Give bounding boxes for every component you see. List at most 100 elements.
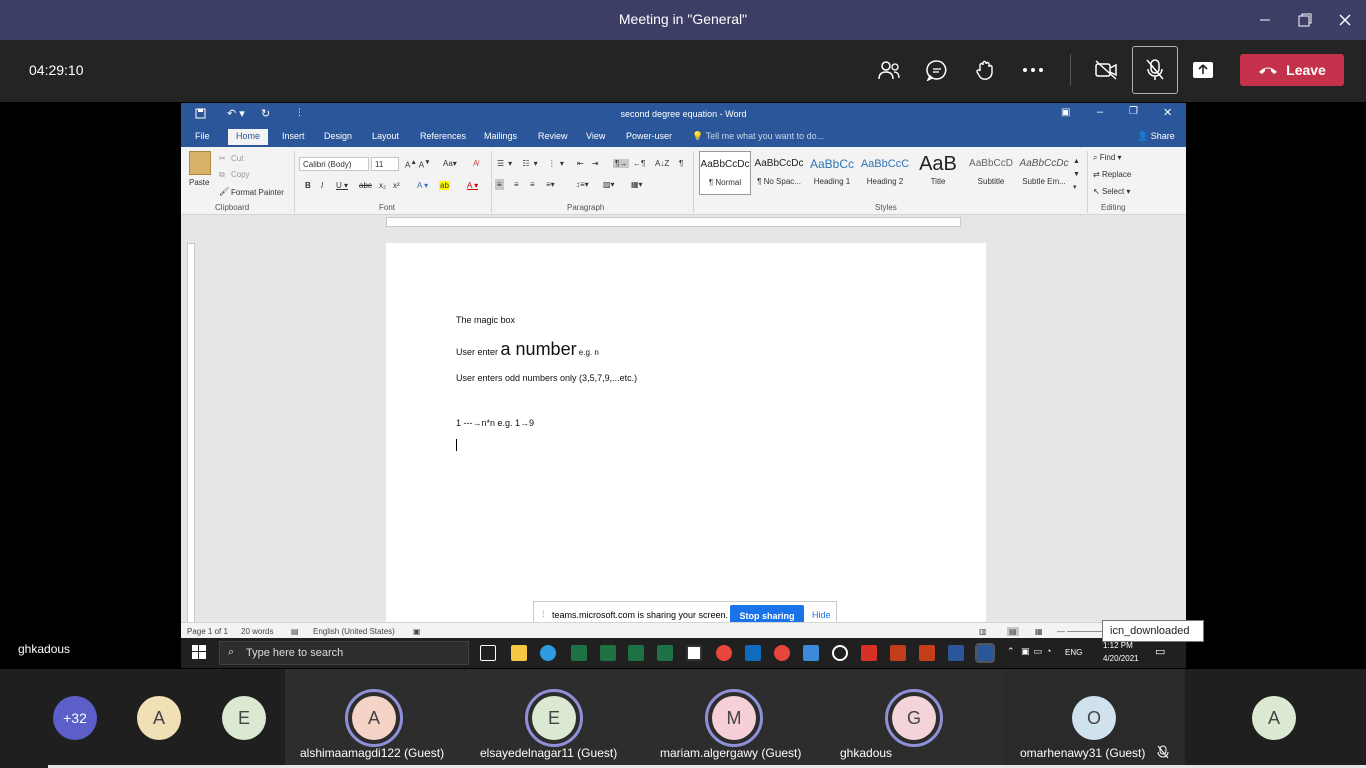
chrome-icon[interactable] <box>774 645 790 661</box>
tab-review[interactable]: Review <box>538 131 568 141</box>
styles-scroll-icon[interactable]: ▲ ▼ ▾ <box>1073 155 1080 194</box>
find-button[interactable]: ⌕ Find ▾ <box>1093 153 1122 163</box>
share-screen-button[interactable] <box>1184 50 1222 90</box>
minimize-button[interactable] <box>1249 6 1281 34</box>
tab-insert[interactable]: Insert <box>282 131 305 141</box>
style-heading-2[interactable]: AaBbCcC Heading 2 <box>859 151 911 195</box>
copy-button[interactable]: Copy <box>231 170 250 179</box>
powerpoint-icon[interactable] <box>890 645 906 661</box>
sort-icon[interactable]: A↓Z <box>655 159 669 168</box>
excel-icon[interactable] <box>571 645 587 661</box>
taskbar-date[interactable]: 4/20/2021 <box>1103 654 1139 663</box>
word-icon[interactable] <box>948 645 964 661</box>
chat-button[interactable] <box>918 50 956 90</box>
tab-power-user[interactable]: Power-user <box>626 131 672 141</box>
word-restore-icon[interactable]: ❐ <box>1129 106 1138 117</box>
indent-buttons-icon[interactable]: ⇤ ⇥ <box>577 159 602 168</box>
notification-icon[interactable]: ▭ <box>1155 645 1165 658</box>
vertical-ruler[interactable] <box>187 243 195 623</box>
participant-tile[interactable]: E <box>205 669 285 768</box>
replace-button[interactable]: ⇄ Replace <box>1093 170 1131 179</box>
more-actions-button[interactable] <box>1014 50 1052 90</box>
grow-font-icon[interactable]: A▲ A▼ <box>405 159 431 170</box>
drag-handle-icon[interactable]: ⁞ <box>542 609 545 619</box>
word-close-icon[interactable]: ✕ <box>1163 106 1172 119</box>
style-heading-1[interactable]: AaBbCc Heading 1 <box>806 151 858 195</box>
chrome-icon[interactable] <box>716 645 732 661</box>
taskbar-time[interactable]: 1:12 PM <box>1103 641 1133 650</box>
align-right-icon[interactable]: ≡ <box>530 180 535 189</box>
language-status[interactable]: English (United States) <box>313 627 395 636</box>
word-minimize-icon[interactable]: – <box>1097 106 1103 118</box>
style-subtitle[interactable]: AaBbCcD Subtitle <box>965 151 1017 195</box>
input-language[interactable]: ENG <box>1065 648 1082 657</box>
paste-label[interactable]: Paste <box>189 178 209 187</box>
participant-tile[interactable]: E elsayedelnagar11 (Guest) <box>465 669 645 768</box>
tray-chevron-icon[interactable]: ⌃ <box>1007 646 1015 657</box>
style-subtle-emphasis[interactable]: AaBbCcDc Subtle Em... <box>1018 151 1070 195</box>
task-view-icon[interactable] <box>480 645 496 661</box>
participants-button[interactable] <box>870 50 908 90</box>
web-layout-icon[interactable]: ▦ <box>1035 627 1043 636</box>
subscript-button[interactable]: x₂ <box>379 181 386 190</box>
participant-tile[interactable]: A <box>120 669 200 768</box>
rtl-icon[interactable]: ←¶ <box>633 159 645 168</box>
cut-button[interactable]: Cut <box>231 154 243 163</box>
participant-tile[interactable]: A <box>1185 669 1366 768</box>
tray-icons[interactable]: ▣▭◔ <box>1021 646 1055 657</box>
ltr-icon[interactable]: ¶→ <box>613 159 630 168</box>
outlook-icon[interactable] <box>745 645 761 661</box>
bold-button[interactable]: B <box>305 181 311 190</box>
codeblocks-icon[interactable] <box>686 645 702 661</box>
horizontal-ruler[interactable] <box>386 217 961 227</box>
select-button[interactable]: ↖ Select ▾ <box>1093 187 1130 196</box>
borders-icon[interactable]: ▦▾ <box>631 180 643 189</box>
highlight-icon[interactable]: ab <box>439 181 450 190</box>
tab-view[interactable]: View <box>586 131 605 141</box>
taskbar-search[interactable]: ⌕ Type here to search <box>219 641 469 665</box>
print-layout-icon[interactable]: ▤ <box>1007 627 1019 636</box>
excel-icon[interactable] <box>628 645 644 661</box>
proofing-icon[interactable]: ▤ <box>291 627 299 636</box>
list-buttons-icon[interactable]: ☰▾ ☷▾ ⋮▾ <box>497 159 568 168</box>
close-button[interactable] <box>1329 6 1361 34</box>
font-color-icon[interactable]: A ▾ <box>467 181 478 190</box>
tab-file[interactable]: File <box>195 131 210 141</box>
excel-icon[interactable] <box>657 645 673 661</box>
mic-button[interactable] <box>1132 46 1178 94</box>
powerpoint-icon[interactable] <box>919 645 935 661</box>
participant-tile[interactable]: G ghkadous <box>825 669 1005 768</box>
align-center-icon[interactable]: ≡ <box>514 180 519 189</box>
format-painter-button[interactable]: Format Painter <box>231 188 284 197</box>
tell-me-box[interactable]: 💡 Tell me what you want to do... <box>692 131 824 142</box>
page-count[interactable]: Page 1 of 1 <box>187 627 228 636</box>
shading-icon[interactable]: ▨▾ <box>603 180 615 189</box>
tab-layout[interactable]: Layout <box>372 131 399 141</box>
word-icon[interactable] <box>975 643 995 663</box>
word-count[interactable]: 20 words <box>241 627 273 636</box>
raise-hand-button[interactable] <box>966 50 1004 90</box>
more-participants-button[interactable]: +32 <box>53 696 97 740</box>
superscript-button[interactable]: x² <box>393 181 400 190</box>
change-case-icon[interactable]: Aa▾ <box>443 159 457 168</box>
text-effects-icon[interactable]: A ▾ <box>417 181 428 190</box>
justify-icon[interactable]: ≡▾ <box>546 180 555 189</box>
maximize-button[interactable] <box>1289 6 1321 34</box>
hide-button[interactable]: Hide <box>812 610 831 620</box>
style-normal[interactable]: AaBbCcDc ¶ Normal <box>699 151 751 195</box>
paste-icon[interactable] <box>189 151 211 175</box>
line-spacing-icon[interactable]: ↕≡▾ <box>576 180 589 189</box>
camera-button[interactable] <box>1087 50 1125 90</box>
photos-icon[interactable] <box>803 645 819 661</box>
windows-start-icon[interactable] <box>192 645 206 664</box>
align-left-icon[interactable]: ≡ <box>495 179 504 190</box>
leave-button[interactable]: Leave <box>1240 54 1344 86</box>
pdf-icon[interactable] <box>861 645 877 661</box>
edge-icon[interactable] <box>540 645 556 661</box>
show-marks-icon[interactable]: ¶ <box>679 159 683 168</box>
file-explorer-icon[interactable] <box>511 645 527 661</box>
ribbon-display-icon[interactable]: ▣ <box>1061 107 1070 118</box>
strikethrough-button[interactable]: abc <box>359 181 372 190</box>
font-name-select[interactable]: Calibri (Body) <box>299 157 369 171</box>
style-title[interactable]: AaB Title <box>912 151 964 195</box>
